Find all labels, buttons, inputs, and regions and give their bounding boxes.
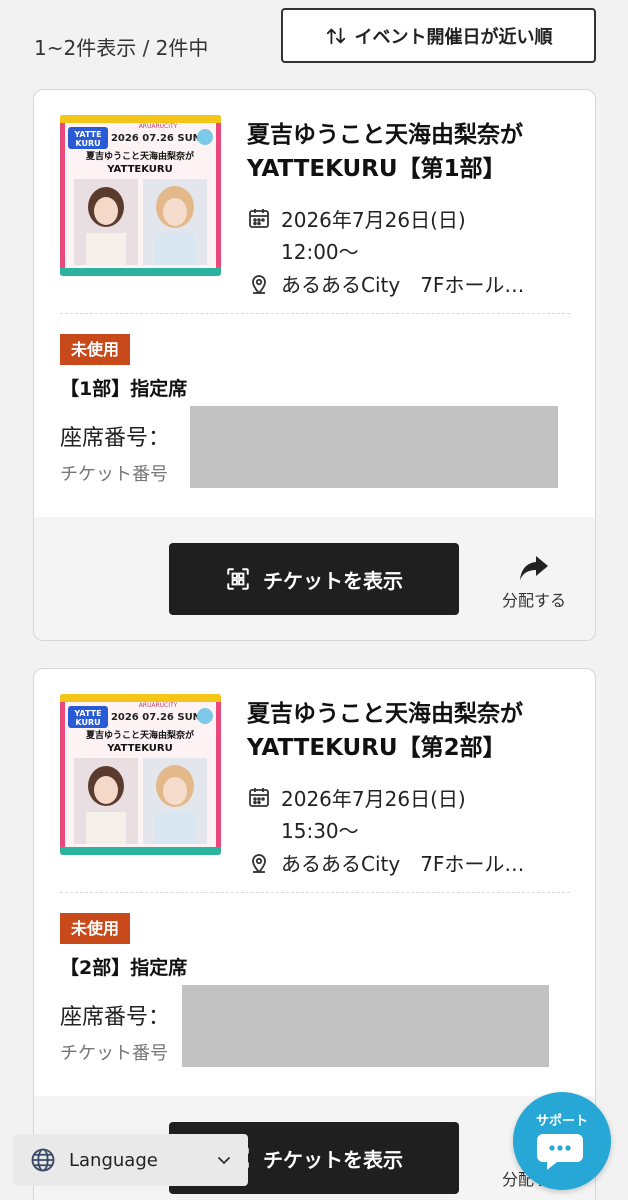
poster-venue-tag: ARUARUCITY <box>139 702 178 709</box>
result-count: 1~2件表示 / 2件中 <box>34 36 209 60</box>
calendar-icon <box>249 209 269 228</box>
event-poster-image: YATTE KURU ARUARUCITY 2026 07.26 SUN 夏吉ゆ… <box>60 694 221 855</box>
ticket-number-label: チケット番号 <box>60 464 168 485</box>
poster-brand-top: YATTE <box>73 130 101 139</box>
chat-bubble-icon <box>537 1134 583 1170</box>
poster-brand-top: YATTE <box>73 709 101 718</box>
event-date: 2026年7月26日(日) <box>281 787 466 811</box>
event-thumbnail[interactable]: YATTE KURU ARUARUCITY 2026 07.26 SUN 夏吉ゆ… <box>60 115 221 276</box>
event-time: 12:00〜 <box>281 240 359 264</box>
event-thumbnail[interactable]: YATTE KURU ARUARUCITY 2026 07.26 SUN 夏吉ゆ… <box>60 694 221 855</box>
poster-brand-bottom: KURU <box>75 718 100 727</box>
ticket-actions: チケットを表示 分配する <box>34 517 595 640</box>
divider <box>60 892 570 893</box>
ticket-number-label: チケット番号 <box>60 1043 168 1064</box>
status-badge: 未使用 <box>60 334 131 365</box>
event-datetime: 2026年7月26日(日) 15:30〜 <box>247 783 466 847</box>
event-venue: あるあるCity 7Fホール… <box>247 270 567 300</box>
event-date: 2026年7月26日(日) <box>281 208 466 232</box>
venue-name: あるあるCity 7Fホール… <box>281 852 525 876</box>
redacted-area <box>182 985 549 1067</box>
event-venue: あるあるCity 7Fホール… <box>247 849 567 879</box>
calendar-icon <box>249 788 269 807</box>
poster-date: 2026 07.26 SUN <box>111 712 201 723</box>
seat-number-label: 座席番号： <box>60 426 171 451</box>
show-ticket-label: チケットを表示 <box>263 1147 403 1172</box>
event-datetime: 2026年7月26日(日) 12:00〜 <box>247 204 466 268</box>
seat-type: 【1部】指定席 <box>60 378 188 400</box>
poster-venue-tag: ARUARUCITY <box>139 123 178 130</box>
show-ticket-label: チケットを表示 <box>263 568 403 593</box>
globe-icon <box>31 1148 55 1172</box>
chevron-down-icon <box>218 1157 230 1164</box>
support-chat-button[interactable]: サポート <box>513 1092 611 1190</box>
event-title[interactable]: 夏吉ゆうこと天海由梨奈がYATTEKURU【第1部】 <box>247 118 577 186</box>
ticket-card: YATTE KURU ARUARUCITY 2026 07.26 SUN 夏吉ゆ… <box>33 668 596 1200</box>
language-label: Language <box>69 1149 158 1171</box>
sort-button[interactable]: イベント開催日が近い順 <box>281 8 596 63</box>
event-poster-image: YATTE KURU ARUARUCITY 2026 07.26 SUN 夏吉ゆ… <box>60 115 221 276</box>
poster-title-line2: YATTEKURU <box>106 164 172 175</box>
poster-date: 2026 07.26 SUN <box>111 133 201 144</box>
poster-title-line2: YATTEKURU <box>106 743 172 754</box>
sort-arrows-icon <box>326 27 345 44</box>
seat-type: 【2部】指定席 <box>60 957 188 979</box>
list-header: 1~2件表示 / 2件中 イベント開催日が近い順 <box>0 0 628 88</box>
poster-title-line1: 夏吉ゆうこと天海由梨奈が <box>85 729 195 741</box>
share-button[interactable]: 分配する <box>486 553 582 611</box>
venue-name: あるあるCity 7Fホール… <box>281 273 525 297</box>
location-pin-icon <box>252 275 266 295</box>
location-pin-icon <box>252 854 266 874</box>
qr-code-icon <box>227 568 249 590</box>
event-time: 15:30〜 <box>281 819 359 843</box>
language-selector[interactable]: Language <box>13 1134 248 1186</box>
show-ticket-button[interactable]: チケットを表示 <box>169 543 459 615</box>
seat-number-label: 座席番号： <box>60 1005 171 1030</box>
support-label: サポート <box>535 1114 588 1129</box>
poster-brand-bottom: KURU <box>75 139 100 148</box>
status-badge: 未使用 <box>60 913 131 944</box>
poster-title-line1: 夏吉ゆうこと天海由梨奈が <box>85 150 195 162</box>
sort-label: イベント開催日が近い順 <box>354 26 553 48</box>
redacted-area <box>190 406 558 488</box>
share-arrow-icon <box>520 556 548 580</box>
event-title[interactable]: 夏吉ゆうこと天海由梨奈がYATTEKURU【第2部】 <box>247 697 577 765</box>
share-label: 分配する <box>501 591 566 610</box>
divider <box>60 313 570 314</box>
ticket-card: YATTE KURU ARUARUCITY 2026 07.26 SUN 夏吉ゆ… <box>33 89 596 641</box>
